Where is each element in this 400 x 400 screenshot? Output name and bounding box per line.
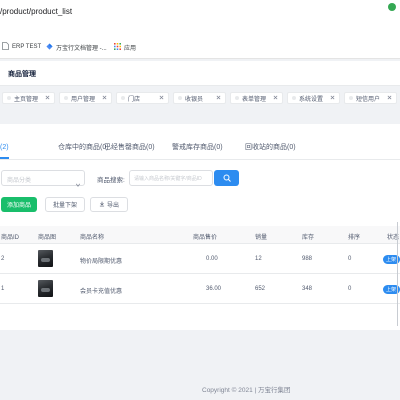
- column-header-sales[interactable]: 销量: [255, 232, 267, 241]
- table-row[interactable]: [0, 244, 400, 274]
- cell-id: 1: [1, 286, 5, 292]
- app-header: [0, 61, 400, 86]
- table-row[interactable]: [0, 274, 400, 304]
- status-toggle-label: 上架: [386, 287, 397, 293]
- tab-on-sale[interactable]: (2): [0, 142, 9, 159]
- product-thumbnail[interactable]: [38, 250, 53, 267]
- cell-sales: 652: [255, 286, 266, 292]
- search-icon: [223, 169, 231, 187]
- tab-sold-out[interactable]: 已经售罄商品(0): [104, 142, 155, 159]
- nav-tag-label: 主页管理: [14, 96, 39, 103]
- close-icon[interactable]: [330, 95, 335, 102]
- column-header-stock[interactable]: 库存: [302, 232, 314, 241]
- page: /product/product_list ERP TEST 万宝行文档管理 -…: [0, 0, 400, 400]
- cell-stock: 348: [302, 286, 313, 292]
- search-input[interactable]: 请输入商品名称/关键字/商品ID: [129, 170, 213, 186]
- search-label: 商品搜索:: [97, 177, 125, 184]
- copyright-footer: Copyright © 2021 | 万宝行集团: [202, 387, 291, 394]
- bookmark-erp-test[interactable]: ERP TEST: [2, 42, 41, 52]
- bookmark-apps[interactable]: 应用: [114, 42, 136, 52]
- product-thumbnail[interactable]: [38, 280, 53, 297]
- address-url[interactable]: /product/product_list: [0, 7, 72, 16]
- download-icon: [99, 201, 105, 209]
- tab-low-stock[interactable]: 警戒库存商品(0): [172, 142, 223, 159]
- tabs-divider: [0, 159, 400, 160]
- column-header-name: 商品名称: [80, 235, 105, 241]
- cell-sort: 0: [348, 286, 352, 292]
- chevron-down-icon: [75, 175, 81, 193]
- nav-tag-label: 短信用户: [356, 96, 381, 103]
- bookmark-label: ERP TEST: [12, 44, 42, 50]
- cell-price: 0.00: [206, 256, 218, 262]
- close-icon[interactable]: [159, 95, 164, 102]
- tab-in-warehouse[interactable]: 仓库中的商品(0): [58, 142, 109, 159]
- tab-recycle-bin[interactable]: 回收站的商品(0): [245, 142, 296, 159]
- batch-off-shelf-button[interactable]: 批量下架: [45, 197, 85, 212]
- nav-tag-home[interactable]: 主页管理: [2, 92, 55, 104]
- close-icon[interactable]: [216, 95, 221, 102]
- cell-price: 36.00: [206, 286, 222, 292]
- category-select[interactable]: 商品分类: [1, 170, 85, 187]
- browser-status-icon[interactable]: [388, 3, 396, 11]
- status-toggle-label: 上架: [386, 257, 397, 263]
- nav-tag-label: 用户管理: [71, 96, 96, 103]
- column-header-id[interactable]: 商品ID: [1, 232, 19, 241]
- fixed-column-divider: [397, 222, 398, 326]
- apps-grid-icon: [114, 42, 121, 52]
- cell-stock: 988: [302, 256, 313, 262]
- nav-tag-stores[interactable]: 门店: [116, 92, 169, 104]
- page-title: 商品管理: [8, 71, 36, 78]
- nav-tag-label: 收银员: [185, 96, 204, 103]
- column-header-image: 商品图: [38, 235, 57, 241]
- close-icon[interactable]: [102, 95, 107, 102]
- nav-tag-forms[interactable]: 表单管理: [230, 92, 283, 104]
- add-product-button[interactable]: 添加商品: [1, 197, 37, 212]
- close-icon[interactable]: [387, 95, 392, 102]
- column-header-price[interactable]: 商品售价: [193, 232, 217, 241]
- nav-tag-cashiers[interactable]: 收银员: [173, 92, 226, 104]
- nav-tag-label: 系统设置: [299, 96, 324, 103]
- search-input-placeholder: 请输入商品名称/关键字/商品ID: [134, 176, 202, 182]
- nav-tag-label: 门店: [128, 96, 141, 103]
- cell-sales: 12: [255, 256, 262, 262]
- export-label: 导出: [106, 203, 119, 209]
- cell-name: 物价局限期优惠: [80, 259, 123, 265]
- cell-sort: 0: [348, 256, 352, 262]
- bookmark-label: 应用: [124, 45, 137, 52]
- cell-id: 2: [1, 256, 5, 262]
- cell-name: 会员卡充值优惠: [80, 289, 123, 295]
- search-button[interactable]: [214, 170, 239, 186]
- kite-icon: [46, 42, 53, 52]
- nav-tag-users[interactable]: 用户管理: [59, 92, 112, 104]
- category-select-placeholder: 商品分类: [7, 178, 32, 184]
- close-icon[interactable]: [273, 95, 278, 102]
- export-button[interactable]: 导出: [90, 197, 128, 212]
- nav-tag-label: 表单管理: [242, 96, 267, 103]
- bookmark-wanbaohang-docs[interactable]: 万宝行文档管理 -...: [46, 42, 107, 52]
- nav-tag-settings[interactable]: 系统设置: [287, 92, 340, 104]
- close-icon[interactable]: [45, 95, 50, 102]
- nav-tag-sms[interactable]: 短信用户: [344, 92, 397, 104]
- bookmark-label: 万宝行文档管理 -...: [56, 45, 107, 52]
- column-header-sort[interactable]: 排序: [348, 232, 360, 241]
- document-icon: [2, 42, 9, 52]
